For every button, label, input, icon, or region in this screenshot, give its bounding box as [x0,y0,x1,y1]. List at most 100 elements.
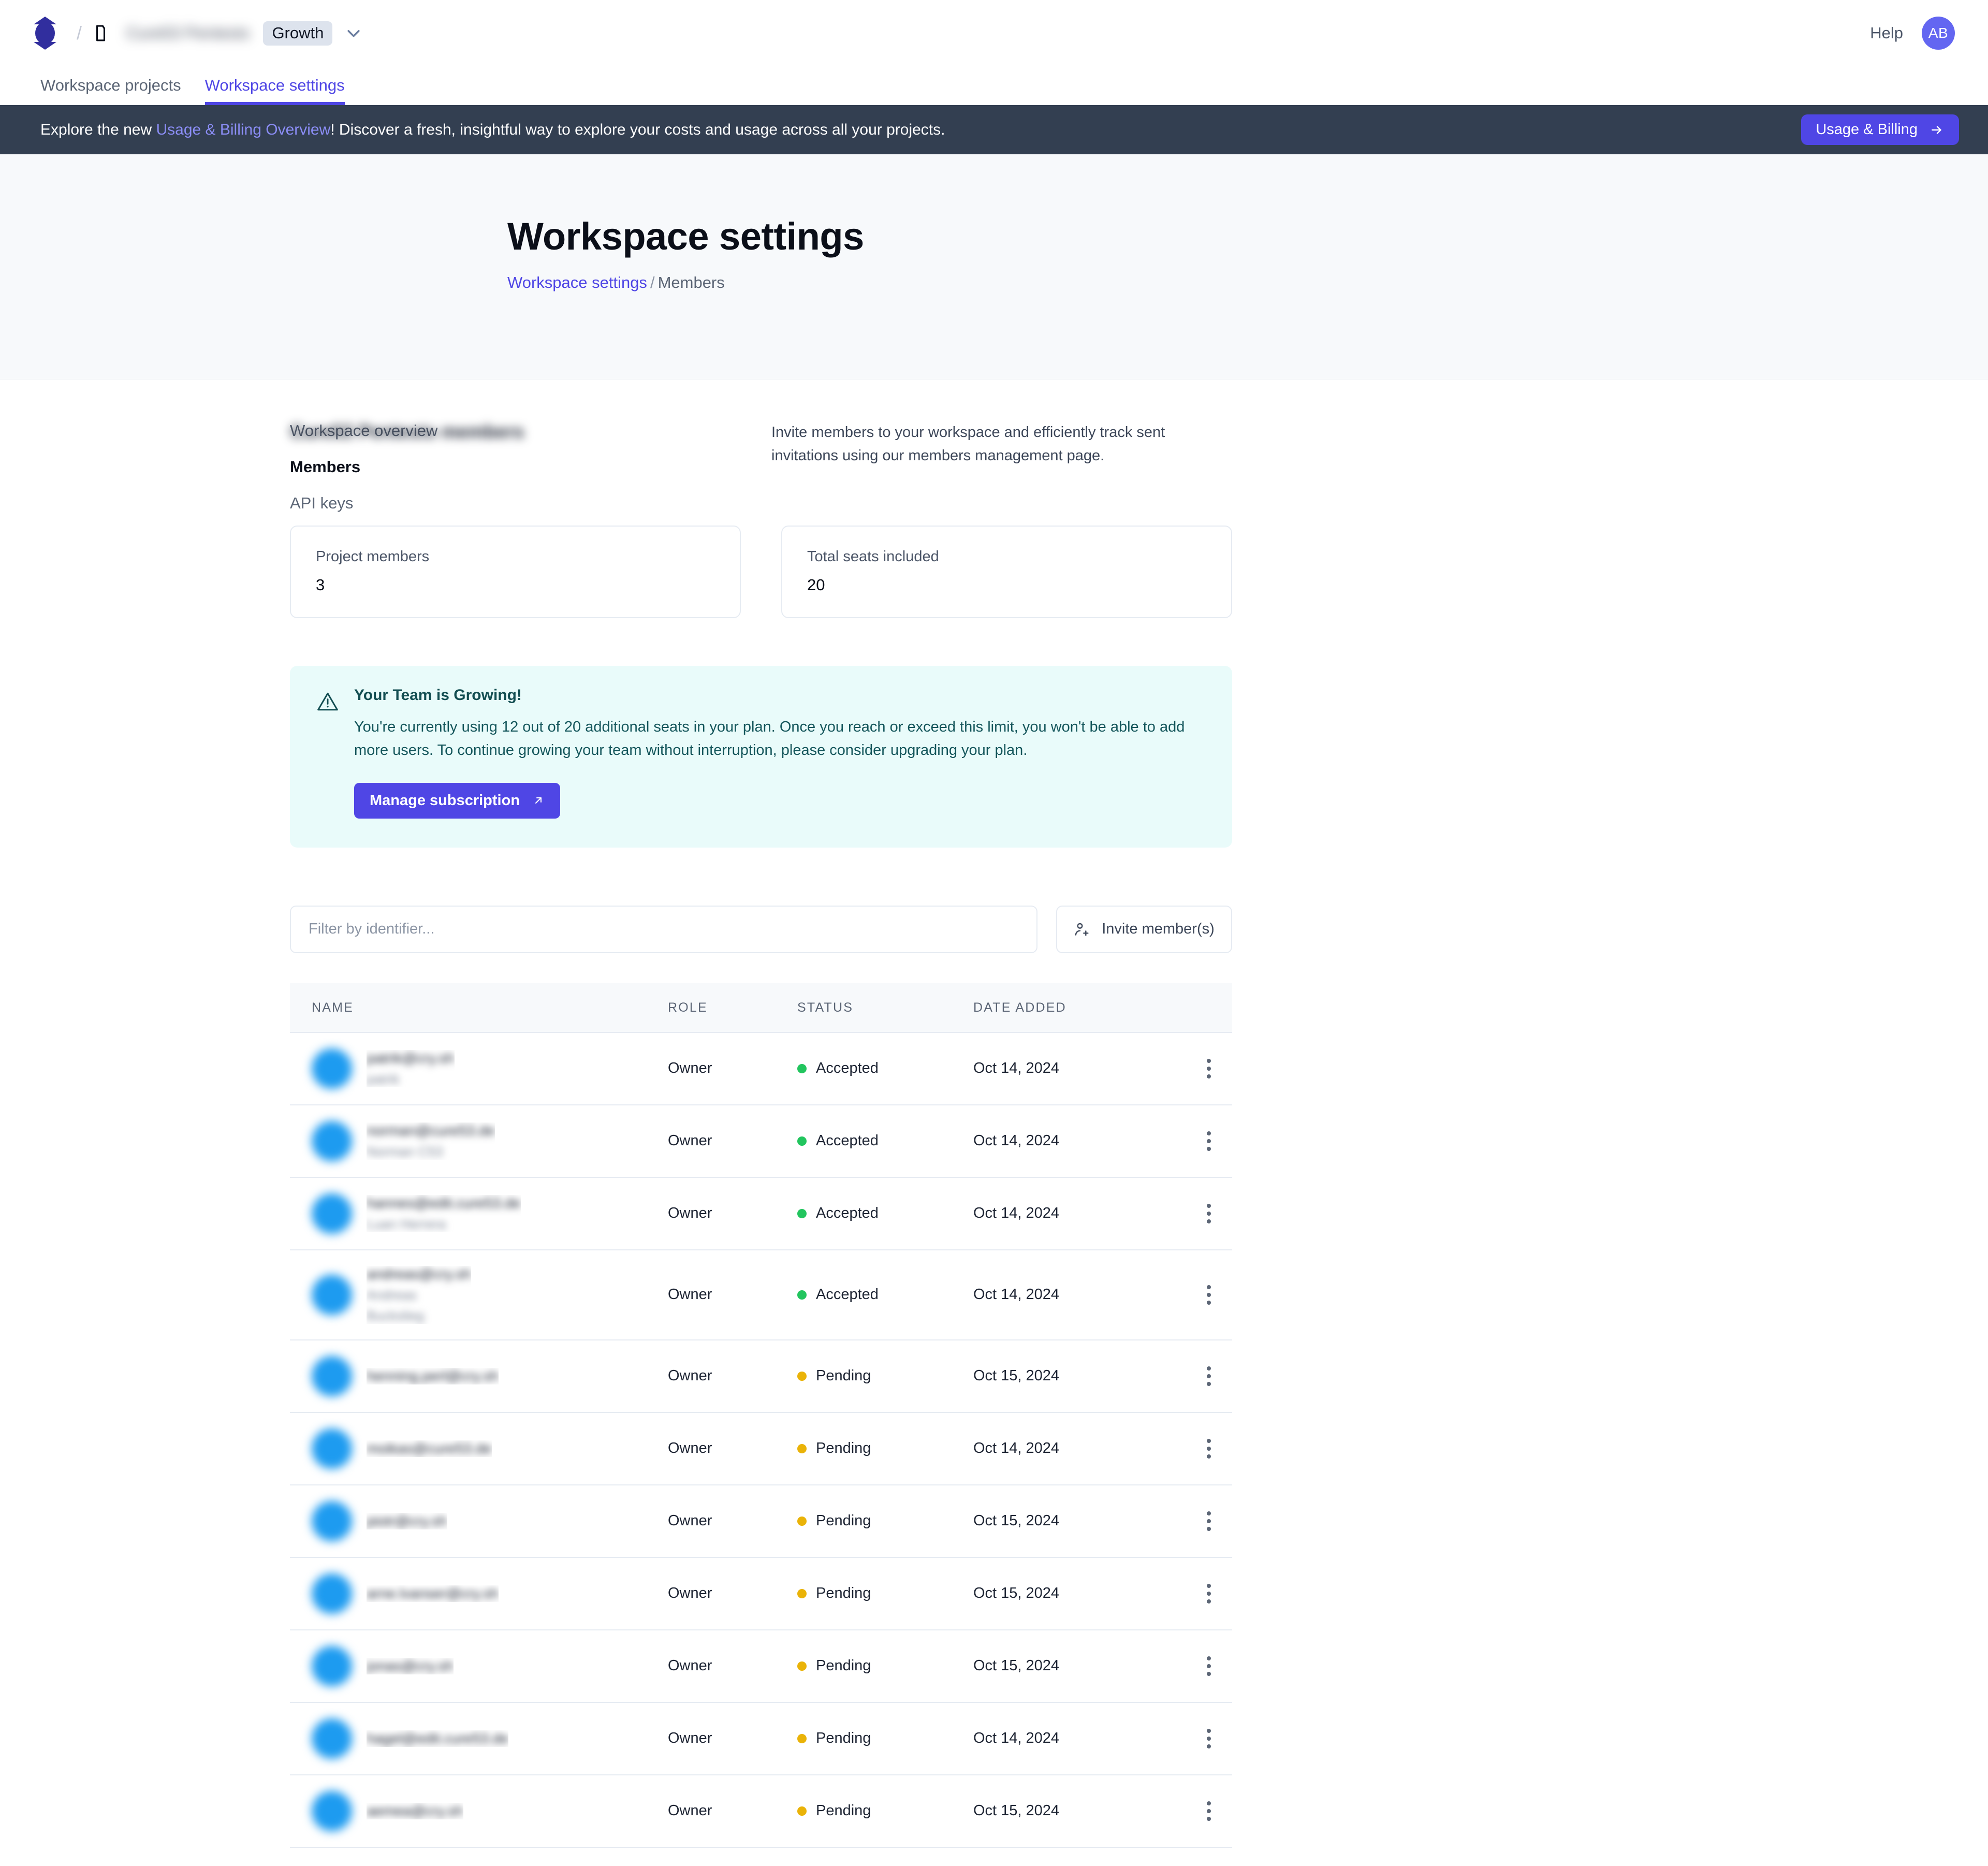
table-row[interactable]: patrik@cry.shpatrikOwnerAcceptedOct 14, … [290,1032,1232,1105]
cell-role: Owner [668,1412,797,1485]
table-row[interactable]: arne.lvanser@cry.shOwnerPendingOct 15, 2… [290,1557,1232,1630]
status-dot-icon [797,1064,807,1073]
cell-role: Owner [668,1340,797,1412]
tab-bar: Workspace projects Workspace settings [0,66,1988,105]
company-logo-icon[interactable] [31,17,59,50]
cell-role: Owner [668,1630,797,1702]
page-title: Workspace settings [507,217,1988,256]
cell-date-added: Oct 15, 2024 [973,1340,1186,1412]
status-dot-icon [797,1734,807,1743]
stat-label: Total seats included [807,548,1206,565]
column-header-role: ROLE [668,983,797,1032]
status-badge: Accepted [816,1132,879,1149]
filter-input[interactable] [290,906,1037,953]
table-row[interactable]: moikas@cure53.deOwnerPendingOct 14, 2024 [290,1412,1232,1485]
cell-name: norman@cure53.deNorman C53 [290,1105,668,1177]
alert-body: You're currently using 12 out of 20 addi… [354,716,1203,762]
breadcrumb-divider: / [650,273,655,291]
member-email: moikas@cure53.de [367,1440,492,1457]
cell-role: Owner [668,1177,797,1250]
status-dot-icon [797,1589,807,1598]
cell-role: Owner [668,1485,797,1557]
cell-date-added: Oct 15, 2024 [973,1630,1186,1702]
status-dot-icon [797,1661,807,1671]
usage-billing-button-label: Usage & Billing [1816,122,1918,137]
tab-workspace-projects[interactable]: Workspace projects [40,77,181,105]
status-badge: Pending [816,1440,871,1457]
stat-value: 3 [316,576,715,594]
breadcrumb: Workspace settings/Members [507,273,1988,292]
kebab-menu-icon[interactable] [1186,1511,1232,1531]
stat-card-project-members: Project members 3 [290,526,741,618]
avatar [312,1356,352,1396]
cell-status: Pending [797,1630,973,1702]
table-row[interactable]: henning.perl@cry.shOwnerPendingOct 15, 2… [290,1340,1232,1412]
announcement-text-after: ! Discover a fresh, insightful way to ex… [330,121,945,138]
table-row[interactable]: aemea@cry.shOwnerPendingOct 15, 2024 [290,1775,1232,1847]
settings-sidebar: Workspace overview Members API keys Plan… [0,421,290,1848]
status-dot-icon [797,1136,807,1146]
manage-subscription-button[interactable]: Manage subscription [354,783,560,819]
usage-billing-button[interactable]: Usage & Billing [1801,114,1959,145]
invite-members-label: Invite member(s) [1102,921,1215,938]
cell-status: Pending [797,1412,973,1485]
members-main: Cure53 Pentests members Invite members t… [290,421,1232,1848]
folder-icon [95,24,115,42]
member-email: andreas@cry.sh [367,1266,471,1282]
alert-title: Your Team is Growing! [354,688,1203,703]
kebab-menu-icon[interactable] [1186,1439,1232,1459]
cell-actions [1186,1177,1232,1250]
cell-status: Accepted [797,1177,973,1250]
avatar[interactable]: AB [1922,17,1955,50]
status-badge: Accepted [816,1060,879,1077]
table-row[interactable]: piotr@cry.shOwnerPendingOct 15, 2024 [290,1485,1232,1557]
status-badge: Pending [816,1730,871,1747]
kebab-menu-icon[interactable] [1186,1584,1232,1603]
table-row[interactable]: andreas@cry.shAndreasBucksliegOwnerAccep… [290,1250,1232,1340]
manage-subscription-label: Manage subscription [370,793,520,808]
table-row[interactable]: norman@cure53.deNorman C53OwnerAcceptedO… [290,1105,1232,1177]
kebab-menu-icon[interactable] [1186,1059,1232,1078]
stat-cards: Project members 3 Total seats included 2… [290,526,1232,618]
cell-actions [1186,1775,1232,1847]
team-growing-alert: Your Team is Growing! You're currently u… [290,666,1232,848]
workspace-name[interactable]: Cure53 Pentests [126,24,250,42]
cell-name: piotr@cry.sh [290,1485,668,1557]
cell-status: Pending [797,1702,973,1775]
avatar [312,1121,352,1161]
table-row[interactable]: hagel@edit.cure53.deOwnerPendingOct 14, … [290,1702,1232,1775]
status-dot-icon [797,1806,807,1816]
cell-name: henning.perl@cry.sh [290,1340,668,1412]
kebab-menu-icon[interactable] [1186,1801,1232,1821]
cell-name: hannes@edit.cure53.deLuan Herrera [290,1177,668,1250]
cell-actions [1186,1105,1232,1177]
cell-role: Owner [668,1557,797,1630]
breadcrumb-workspace-settings[interactable]: Workspace settings [507,273,647,291]
help-link[interactable]: Help [1870,24,1903,42]
tab-workspace-settings[interactable]: Workspace settings [205,77,345,105]
status-badge: Pending [816,1802,871,1819]
kebab-menu-icon[interactable] [1186,1729,1232,1748]
usage-billing-overview-link[interactable]: Usage & Billing Overview [156,121,330,138]
member-email: aemea@cry.sh [367,1803,463,1819]
invite-members-button[interactable]: Invite member(s) [1056,906,1232,953]
cell-role: Owner [668,1702,797,1775]
table-row[interactable]: hannes@edit.cure53.deLuan HerreraOwnerAc… [290,1177,1232,1250]
stat-label: Project members [316,548,715,565]
chevron-down-icon[interactable] [345,24,362,42]
avatar [312,1428,352,1469]
members-description: Invite members to your workspace and eff… [771,421,1186,468]
avatar [312,1718,352,1759]
column-header-date-added: DATE ADDED [973,983,1186,1032]
kebab-menu-icon[interactable] [1186,1131,1232,1151]
kebab-menu-icon[interactable] [1186,1366,1232,1386]
table-row[interactable]: jonas@cry.shOwnerPendingOct 15, 2024 [290,1630,1232,1702]
cell-status: Pending [797,1340,973,1412]
kebab-menu-icon[interactable] [1186,1656,1232,1676]
kebab-menu-icon[interactable] [1186,1204,1232,1223]
external-link-arrow-icon [532,794,545,807]
kebab-menu-icon[interactable] [1186,1285,1232,1305]
table-controls: Invite member(s) [290,906,1232,953]
cell-actions [1186,1340,1232,1412]
cell-actions [1186,1630,1232,1702]
